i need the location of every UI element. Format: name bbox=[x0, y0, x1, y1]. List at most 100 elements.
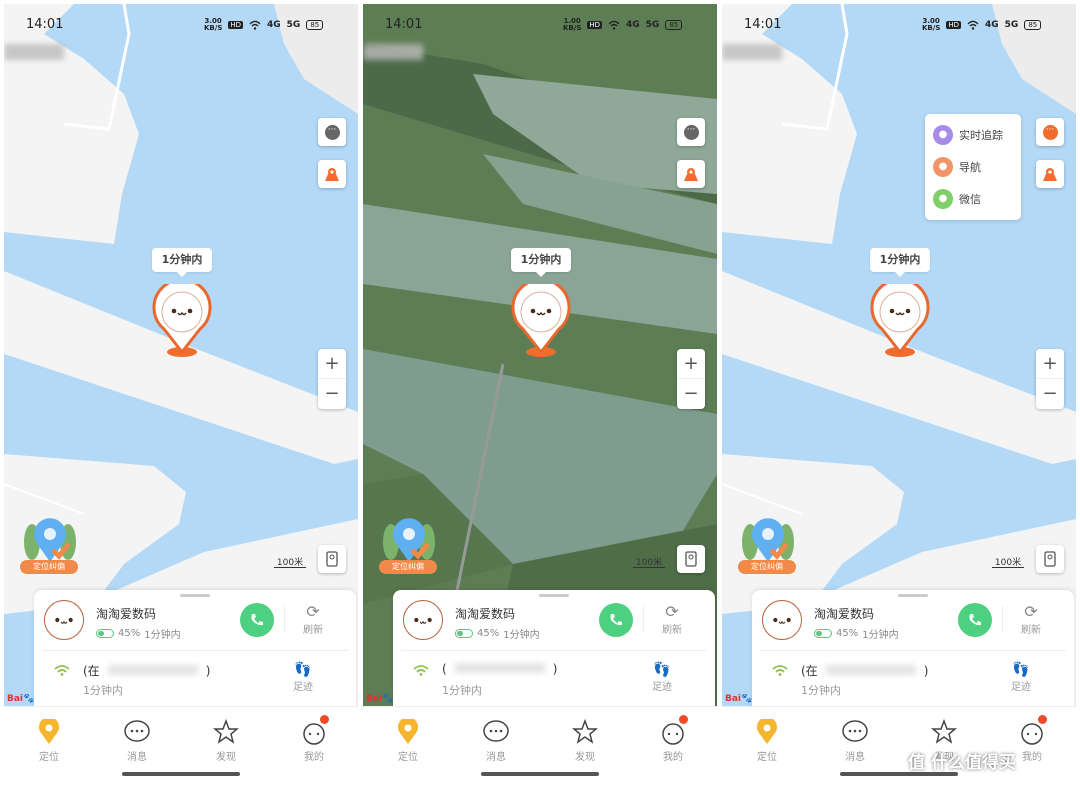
footprint-icon: 👣 bbox=[294, 662, 312, 678]
person-location-button[interactable] bbox=[1036, 160, 1064, 188]
chat-icon bbox=[466, 719, 526, 745]
more-icon: ··· bbox=[1042, 124, 1058, 140]
last-update: 1分钟内 bbox=[503, 630, 540, 641]
battery-percent: 45% bbox=[477, 628, 500, 639]
device-info-card[interactable]: 淘淘爱数码 45% 1分钟内 ⟳ 刷新 (在) 1分钟内 👣 足迹 bbox=[752, 590, 1074, 710]
blurred-label bbox=[4, 44, 64, 60]
refresh-button[interactable]: ⟳ 刷新 bbox=[655, 602, 689, 636]
nav-label: 定位 bbox=[39, 752, 59, 763]
location-correction-button[interactable]: 定位纠偏 bbox=[20, 512, 82, 574]
nav-label: 发现 bbox=[575, 752, 595, 763]
menu-item-label: 导航 bbox=[959, 161, 981, 174]
nav-location-pin[interactable]: 定位 bbox=[378, 719, 438, 763]
nav-profile[interactable]: 我的 bbox=[284, 715, 344, 763]
baidu-map-logo: Bai🐾 bbox=[366, 694, 394, 704]
track-button[interactable]: 👣 足迹 bbox=[286, 662, 320, 693]
battery-indicator: 85 bbox=[665, 20, 683, 30]
phone-location-button[interactable] bbox=[1036, 545, 1064, 573]
nav-star[interactable]: 发现 bbox=[196, 719, 256, 763]
wifi-icon bbox=[608, 20, 620, 30]
address-prefix: (在 bbox=[83, 664, 100, 678]
speed-unit: KB/S bbox=[922, 24, 941, 32]
address-prefix: (在 bbox=[801, 664, 818, 678]
chat-icon bbox=[825, 719, 885, 745]
blurred-label bbox=[722, 44, 782, 60]
phone-location-button[interactable] bbox=[318, 545, 346, 573]
zoom-out-button[interactable]: − bbox=[318, 379, 346, 409]
zoom-control: + − bbox=[677, 349, 705, 409]
hd-icon: HD bbox=[587, 21, 603, 29]
track-button[interactable]: 👣 足迹 bbox=[1004, 662, 1038, 693]
nav-star[interactable]: 发现 bbox=[555, 719, 615, 763]
phone-screen-2: 14:01 1.00 KB/S HD 4G 5G 85 ··· 1分钟内 + − 定… bbox=[363, 4, 717, 784]
more-button[interactable]: ··· bbox=[1036, 118, 1064, 146]
status-bar: 14:01 3.00 KB/S HD 4G 5G 85 bbox=[4, 4, 358, 44]
zoom-out-button[interactable]: − bbox=[1036, 379, 1064, 409]
menu-item-navigate[interactable]: ● 导航 bbox=[933, 152, 1013, 182]
call-button[interactable] bbox=[958, 603, 992, 637]
phone-screen-1: 14:01 3.00 KB/S HD 4G 5G 85 ··· 1分钟内 + − 定… bbox=[4, 4, 358, 784]
device-name: 淘淘爱数码 bbox=[455, 607, 516, 621]
device-info-card[interactable]: 淘淘爱数码 45% 1分钟内 ⟳ 刷新 () 1分钟内 👣 足迹 bbox=[393, 590, 715, 710]
nav-location-pin[interactable]: 定位 bbox=[737, 719, 797, 763]
location-pin-icon bbox=[19, 719, 79, 745]
track-label: 足迹 bbox=[293, 682, 313, 693]
nav-label: 我的 bbox=[1022, 752, 1042, 763]
call-button[interactable] bbox=[240, 603, 274, 637]
profile-icon bbox=[1002, 719, 1062, 745]
location-correction-button[interactable]: 定位纠偏 bbox=[738, 512, 800, 574]
signal-5g: 5G bbox=[1004, 20, 1019, 30]
nav-label: 发现 bbox=[216, 752, 236, 763]
device-avatar bbox=[762, 600, 802, 640]
zoom-in-button[interactable]: + bbox=[1036, 349, 1064, 379]
refresh-button[interactable]: ⟳ 刷新 bbox=[1014, 602, 1048, 636]
device-info-card[interactable]: 淘淘爱数码 45% 1分钟内 ⟳ 刷新 (在) 1分钟内 👣 足迹 bbox=[34, 590, 356, 710]
nav-chat[interactable]: 消息 bbox=[825, 719, 885, 763]
device-location-pin[interactable] bbox=[870, 284, 930, 359]
drag-handle[interactable] bbox=[539, 594, 569, 597]
nav-profile[interactable]: 我的 bbox=[643, 715, 703, 763]
refresh-button[interactable]: ⟳ 刷新 bbox=[296, 602, 330, 636]
battery-icon bbox=[96, 629, 114, 638]
status-time: 14:01 bbox=[385, 17, 423, 32]
home-indicator[interactable] bbox=[122, 772, 240, 776]
device-location-pin[interactable] bbox=[152, 284, 212, 359]
person-location-button[interactable] bbox=[318, 160, 346, 188]
menu-item-share[interactable]: ● 实时追踪 bbox=[933, 120, 1013, 150]
location-pin-icon bbox=[737, 719, 797, 745]
location-correction-icon bbox=[742, 518, 794, 562]
device-location-pin[interactable] bbox=[511, 284, 571, 359]
menu-item-wechat[interactable]: ● 微信 bbox=[933, 184, 1013, 214]
baidu-map-logo: Bai🐾 bbox=[725, 694, 753, 704]
address-update-time: 1分钟内 bbox=[442, 684, 482, 697]
person-location-button[interactable] bbox=[677, 160, 705, 188]
nav-location-pin[interactable]: 定位 bbox=[19, 719, 79, 763]
more-button[interactable]: ··· bbox=[318, 118, 346, 146]
call-button[interactable] bbox=[599, 603, 633, 637]
zoom-out-button[interactable]: − bbox=[677, 379, 705, 409]
location-correction-button[interactable]: 定位纠偏 bbox=[379, 512, 441, 574]
address-update-time: 1分钟内 bbox=[83, 684, 123, 697]
wifi-icon bbox=[967, 20, 979, 30]
phone-pin-icon bbox=[685, 551, 697, 567]
last-update: 1分钟内 bbox=[144, 630, 181, 641]
map-scale: 100米 bbox=[274, 555, 306, 568]
zoom-control: + − bbox=[1036, 349, 1064, 409]
zoom-in-button[interactable]: + bbox=[318, 349, 346, 379]
home-indicator[interactable] bbox=[481, 772, 599, 776]
status-bar: 14:01 1.00 KB/S HD 4G 5G 85 bbox=[363, 4, 717, 44]
zoom-in-button[interactable]: + bbox=[677, 349, 705, 379]
nav-chat[interactable]: 消息 bbox=[107, 719, 167, 763]
phone-location-button[interactable] bbox=[677, 545, 705, 573]
track-button[interactable]: 👣 足迹 bbox=[645, 662, 679, 693]
more-button[interactable]: ··· bbox=[677, 118, 705, 146]
drag-handle[interactable] bbox=[898, 594, 928, 597]
location-time-bubble: 1分钟内 bbox=[152, 248, 212, 277]
drag-handle[interactable] bbox=[180, 594, 210, 597]
location-correction-icon bbox=[24, 518, 76, 562]
location-pin-icon bbox=[378, 719, 438, 745]
hd-icon: HD bbox=[946, 21, 962, 29]
blurred-address bbox=[454, 663, 545, 673]
nav-chat[interactable]: 消息 bbox=[466, 719, 526, 763]
device-address: () bbox=[442, 662, 582, 676]
